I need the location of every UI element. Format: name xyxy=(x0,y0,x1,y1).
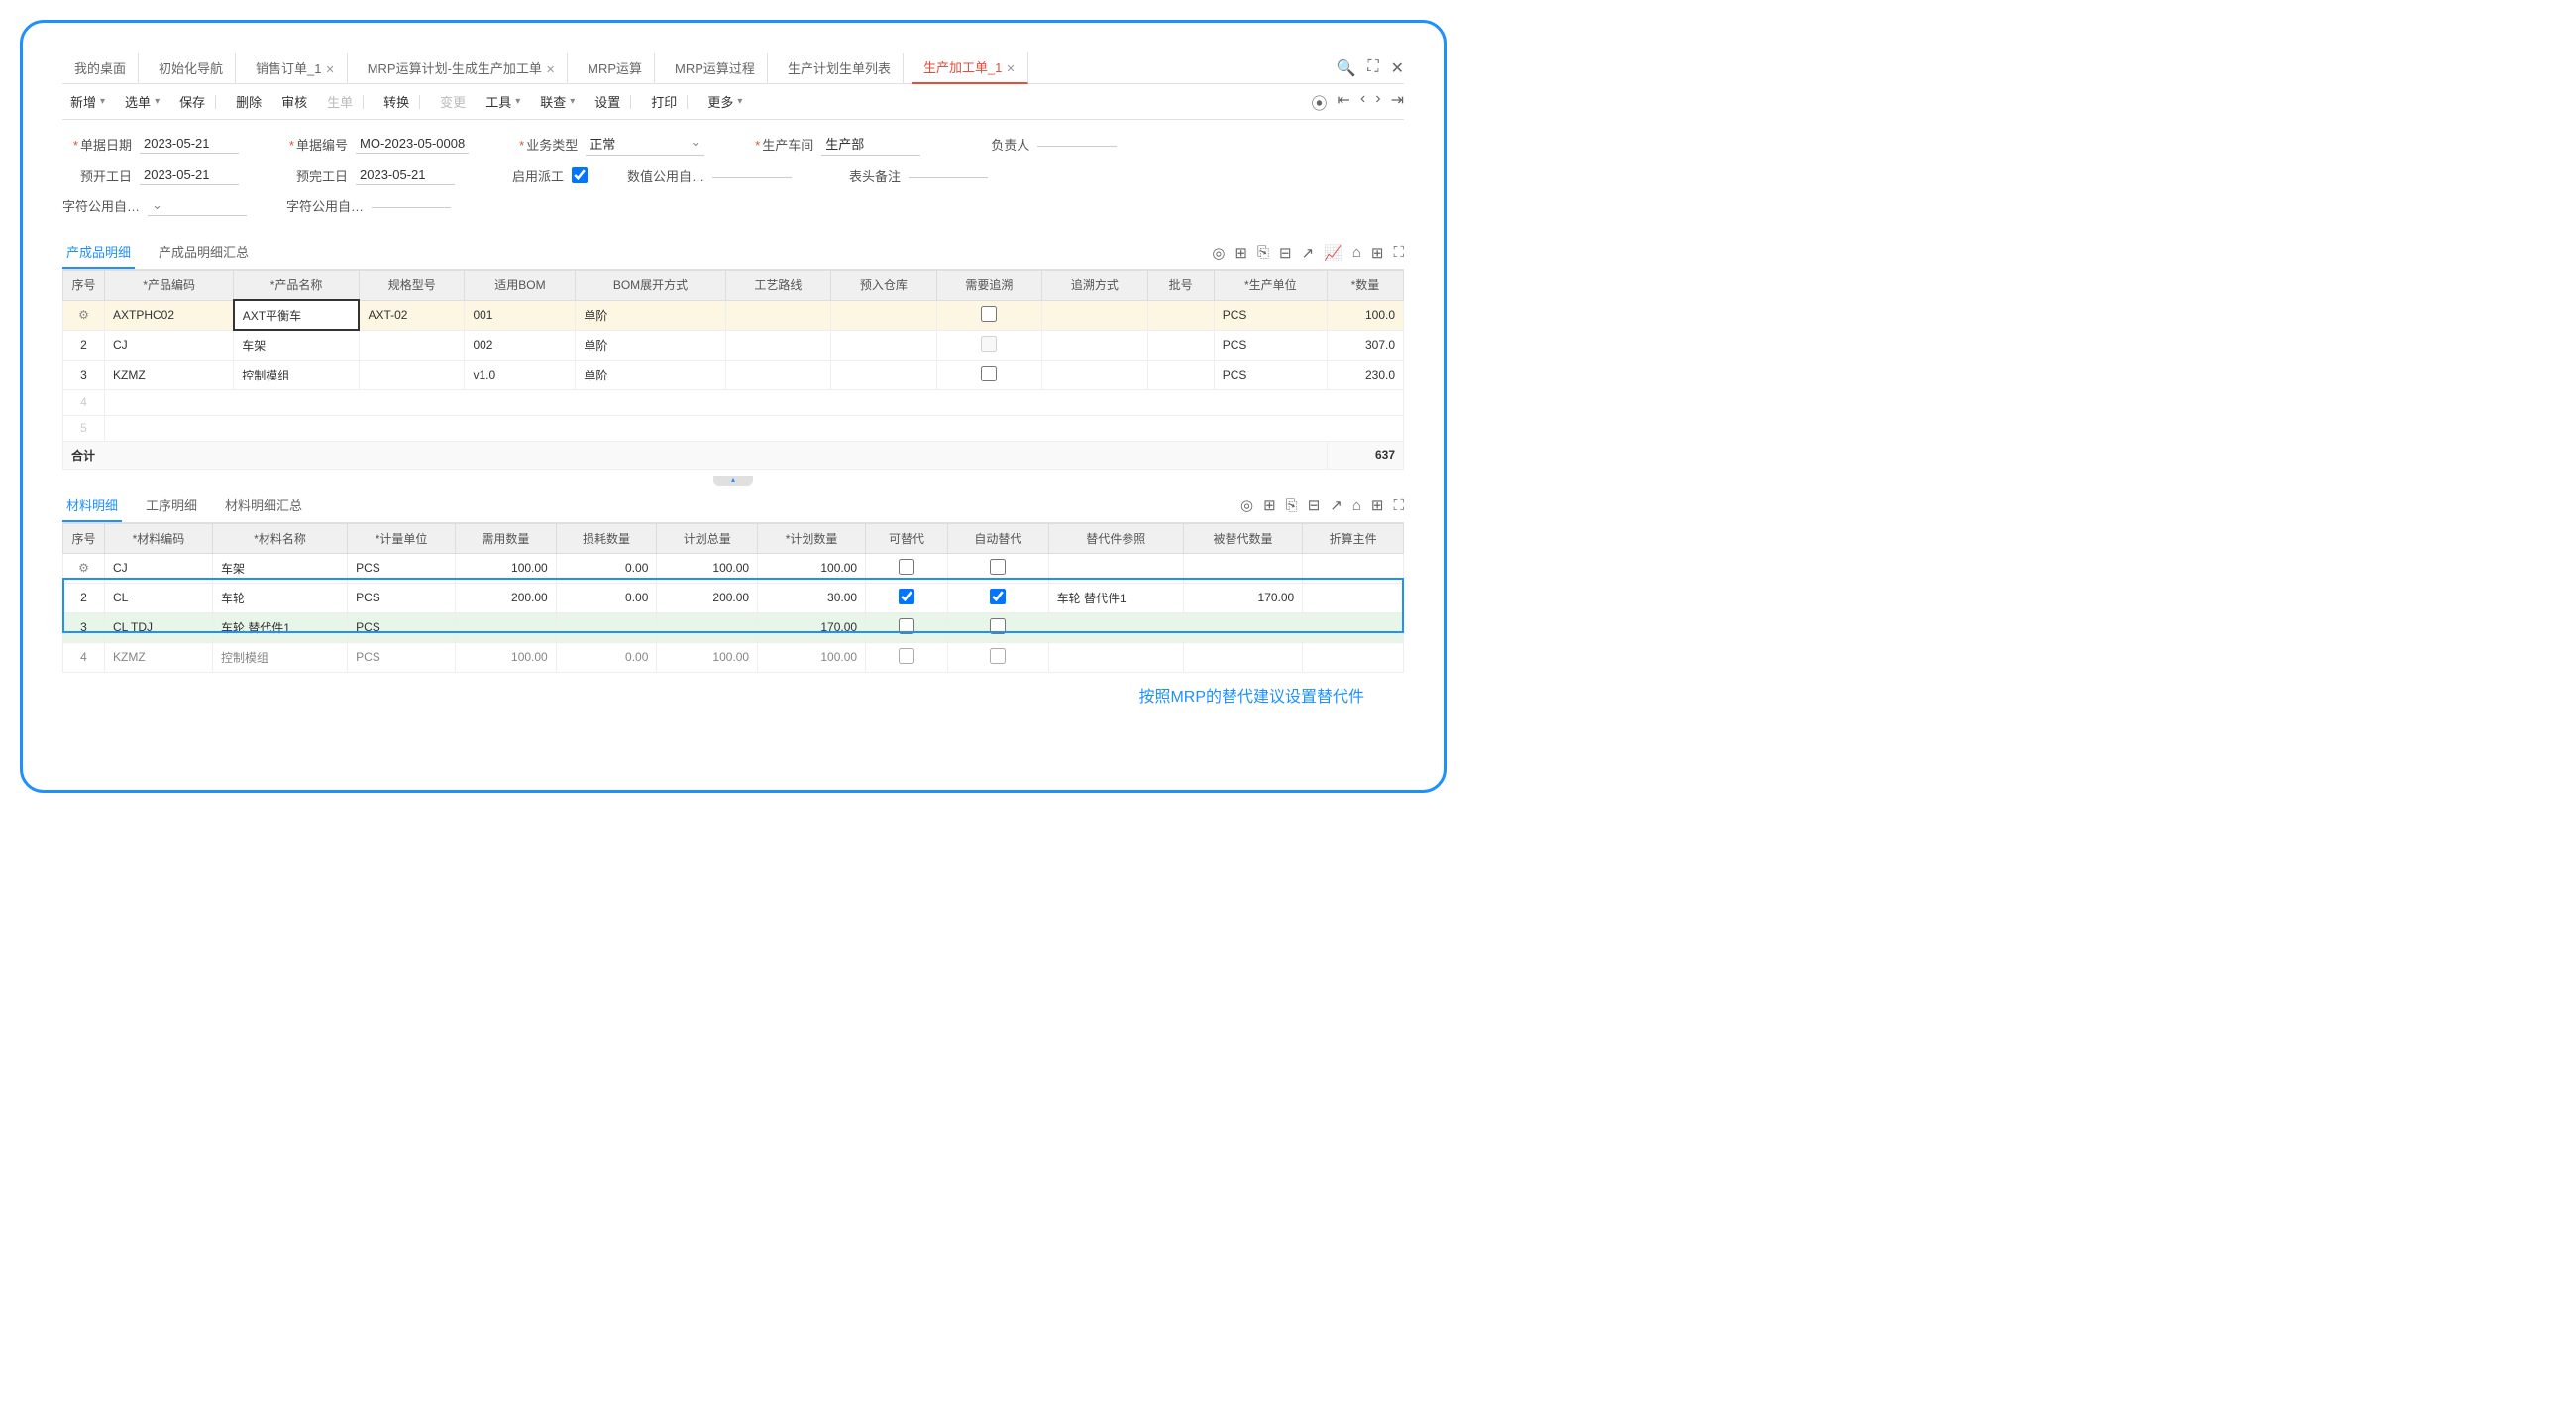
expand-icon[interactable]: ⛶ xyxy=(1393,244,1404,261)
insert-row-icon[interactable]: ⊞ xyxy=(1234,244,1247,262)
table-row[interactable]: ⚙ AXTPHC02 AXT平衡车 AXT-02 001 单阶 PCS 100.… xyxy=(63,300,1404,330)
locate-icon[interactable]: ⦿ xyxy=(1312,90,1328,114)
search-icon[interactable]: 🔍 xyxy=(1336,58,1355,78)
copy-icon[interactable]: ⎘ xyxy=(1286,497,1298,514)
table-row[interactable]: 3 KZMZ控制模组 v1.0单阶 PCS230.0 xyxy=(63,360,1404,389)
close-icon[interactable]: ✕ xyxy=(1391,58,1404,78)
sub-checkbox[interactable] xyxy=(899,618,914,634)
workshop-field[interactable]: 生产部 xyxy=(821,132,920,156)
row-gear-icon: ⚙ xyxy=(63,553,105,583)
config-icon[interactable]: ⌂ xyxy=(1352,497,1361,514)
annotation-text: 按照MRP的替代建议设置替代件 xyxy=(62,683,1404,706)
save-button[interactable]: 保存 xyxy=(171,88,224,115)
add-button[interactable]: 新增 xyxy=(62,88,113,115)
insert-row-icon[interactable]: ⊞ xyxy=(1263,496,1276,514)
close-icon[interactable]: ✕ xyxy=(1006,63,1015,75)
autosub-checkbox[interactable] xyxy=(990,648,1006,664)
sub-checkbox[interactable] xyxy=(899,559,914,575)
sub-checkbox[interactable] xyxy=(899,648,914,664)
next-icon[interactable]: › xyxy=(1375,90,1380,114)
table-row[interactable]: 2 CL车轮PCS 200.000.00 200.0030.00 车轮 替代件1… xyxy=(63,583,1404,612)
form-header: *单据日期2023-05-21 *单据编号MO-2023-05-0008 *业务… xyxy=(62,120,1404,230)
str-pub1-select[interactable] xyxy=(148,195,247,216)
subtab-product-detail[interactable]: 产成品明细 xyxy=(62,236,135,269)
sub-checkbox[interactable] xyxy=(899,589,914,604)
autosub-checkbox[interactable] xyxy=(990,618,1006,634)
close-icon[interactable]: ✕ xyxy=(546,64,555,76)
doc-date-field[interactable]: 2023-05-21 xyxy=(140,134,239,154)
owner-field[interactable] xyxy=(1037,142,1117,147)
subtab-product-summary[interactable]: 产成品明细汇总 xyxy=(155,236,253,269)
config-icon[interactable]: ⌂ xyxy=(1352,244,1361,261)
tools-button[interactable]: 工具 xyxy=(478,88,528,115)
batch-icon[interactable]: ⊟ xyxy=(1279,244,1292,262)
layout-icon[interactable]: ⊞ xyxy=(1371,244,1384,262)
toolbar: 新增 选单 保存 删除 审核 生单 转换 变更 工具 联查 设置 打印 更多 ⦿… xyxy=(62,84,1404,120)
trace-checkbox xyxy=(981,336,997,352)
table-row[interactable]: ⚙ CJ车架PCS 100.000.00 100.00100.00 xyxy=(63,553,1404,583)
doc-no-field[interactable]: MO-2023-05-0008 xyxy=(356,134,469,154)
pre-end-field[interactable]: 2023-05-21 xyxy=(356,165,455,185)
more-button[interactable]: 更多 xyxy=(699,88,750,115)
table-row[interactable]: 5 xyxy=(63,415,1404,441)
trace-checkbox[interactable] xyxy=(981,366,997,381)
expand-icon[interactable]: ⛶ xyxy=(1393,497,1404,514)
audit-button[interactable]: 审核 xyxy=(273,88,315,115)
table-row[interactable]: 4 xyxy=(63,389,1404,415)
generate-button[interactable]: 生单 xyxy=(319,88,372,115)
print-button[interactable]: 打印 xyxy=(643,88,696,115)
head-note-field[interactable] xyxy=(909,173,988,178)
first-icon[interactable]: ⇤ xyxy=(1338,90,1350,114)
table-row[interactable]: 2 CJ车架 002单阶 PCS307.0 xyxy=(63,330,1404,360)
pin-icon[interactable]: ◎ xyxy=(1212,244,1225,262)
subtab-material[interactable]: 材料明细 xyxy=(62,489,122,522)
pick-button[interactable]: 选单 xyxy=(117,88,167,115)
copy-icon[interactable]: ⎘ xyxy=(1257,244,1269,261)
last-icon[interactable]: ⇥ xyxy=(1391,90,1404,114)
subtab-material-summary[interactable]: 材料明细汇总 xyxy=(221,489,306,522)
product-grid[interactable]: 序号 *产品编码 *产品名称 规格型号 适用BOM BOM展开方式 工艺路线 预… xyxy=(62,270,1404,470)
export-icon[interactable]: ↗ xyxy=(1302,244,1315,262)
num-pub-field[interactable] xyxy=(712,173,792,178)
autosub-checkbox[interactable] xyxy=(990,559,1006,575)
subtab-process[interactable]: 工序明细 xyxy=(142,489,201,522)
batch-icon[interactable]: ⊟ xyxy=(1308,496,1321,514)
change-button: 变更 xyxy=(432,88,474,115)
material-grid[interactable]: 序号 *材料编码*材料名称*计量单位 需用数量损耗数量计划总量*计划数量 可替代… xyxy=(62,523,1404,673)
dispatch-checkbox[interactable] xyxy=(572,167,588,183)
table-row[interactable]: 3 CL TDJ车轮 替代件1PCS 170.00 xyxy=(63,612,1404,642)
tab-sales-order[interactable]: 销售订单_1✕ xyxy=(244,53,348,83)
layout-icon[interactable]: ⊞ xyxy=(1371,496,1384,514)
tab-init-nav[interactable]: 初始化导航 xyxy=(147,53,236,83)
prev-icon[interactable]: ‹ xyxy=(1360,90,1365,114)
page-tabs: 我的桌面 初始化导航 销售订单_1✕ MRP运算计划-生成生产加工单✕ MRP运… xyxy=(62,53,1404,84)
export-icon[interactable]: ↗ xyxy=(1330,496,1342,514)
close-icon[interactable]: ✕ xyxy=(326,64,335,76)
autosub-checkbox[interactable] xyxy=(990,589,1006,604)
convert-button[interactable]: 转换 xyxy=(376,88,428,115)
table-row[interactable]: 4 KZMZ控制模组PCS 100.000.00 100.00100.00 xyxy=(63,642,1404,672)
tab-prod-plan-list[interactable]: 生产计划生单列表 xyxy=(776,53,904,83)
tab-prod-order[interactable]: 生产加工单_1✕ xyxy=(912,52,1028,84)
pre-start-field[interactable]: 2023-05-21 xyxy=(140,165,239,185)
tab-mrp-plan[interactable]: MRP运算计划-生成生产加工单✕ xyxy=(356,53,568,83)
row-gear-icon: ⚙ xyxy=(63,300,105,330)
tab-mrp-process[interactable]: MRP运算过程 xyxy=(663,53,768,83)
settings-button[interactable]: 设置 xyxy=(587,88,639,115)
tab-desktop[interactable]: 我的桌面 xyxy=(62,53,139,83)
fullscreen-icon[interactable]: ⛶ xyxy=(1367,58,1378,78)
pin-icon[interactable]: ◎ xyxy=(1240,496,1253,514)
delete-button[interactable]: 删除 xyxy=(228,88,269,115)
trace-checkbox[interactable] xyxy=(981,306,997,322)
chart-icon[interactable]: 📈 xyxy=(1324,244,1342,262)
tab-mrp-run[interactable]: MRP运算 xyxy=(576,53,655,83)
link-button[interactable]: 联查 xyxy=(532,88,583,115)
collapse-handle[interactable]: ▴ xyxy=(713,476,753,486)
biz-type-select[interactable]: 正常 xyxy=(586,132,704,156)
str-pub2-field[interactable] xyxy=(372,203,451,208)
